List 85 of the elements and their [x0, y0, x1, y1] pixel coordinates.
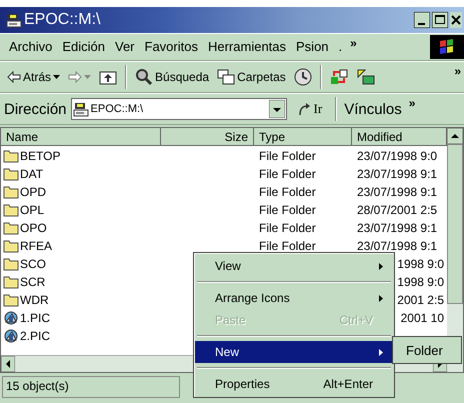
column-header[interactable]: Name	[1, 128, 161, 146]
file-type: File Folder	[259, 167, 316, 182]
modified-date: 2001 10	[400, 311, 444, 326]
menu-item[interactable]: Favoritos	[140, 39, 203, 54]
file-name[interactable]: SCR	[20, 275, 46, 290]
address-field[interactable]: EPOC::M:\	[70, 98, 287, 120]
file-type: File Folder	[259, 185, 316, 200]
menu-item[interactable]: .	[334, 39, 348, 54]
file-type: File Folder	[259, 221, 316, 236]
file-name[interactable]: OPL	[20, 203, 44, 218]
address-label: Dirección	[4, 100, 67, 118]
file-name[interactable]: 2.PIC	[20, 329, 50, 344]
maximize-button[interactable]	[432, 12, 448, 28]
file-name[interactable]: 1.PIC	[20, 311, 50, 326]
folder-icon	[3, 184, 19, 200]
submenu-arrow-icon	[379, 262, 383, 270]
scroll-left-button[interactable]	[1, 356, 15, 372]
file-name[interactable]: RFEA	[20, 239, 52, 254]
search-icon	[135, 68, 154, 86]
file-type: File Folder	[259, 203, 316, 218]
status-text: 15 object(s)	[2, 376, 180, 398]
more-chevron[interactable]: »	[451, 64, 464, 78]
file-name[interactable]: OPD	[20, 185, 46, 200]
menu-item[interactable]: New	[195, 341, 393, 363]
toolbar-button[interactable]: Búsqueda	[132, 66, 212, 88]
folder-icon	[3, 238, 19, 254]
folder-icon	[3, 220, 19, 236]
file-name[interactable]: WDR	[20, 293, 49, 308]
menu-item[interactable]: Herramientas	[202, 39, 292, 54]
computer-icon	[6, 12, 22, 28]
close-button[interactable]	[450, 12, 462, 28]
folders-icon	[217, 68, 236, 85]
menu-item[interactable]: Folder	[394, 339, 460, 361]
folder-icon	[3, 148, 19, 164]
file-name[interactable]: BETOP	[20, 149, 60, 164]
modified-date: 1998 9:0	[397, 257, 444, 272]
modified-date: 23/07/1998 9:1	[357, 239, 438, 254]
folder-icon	[3, 292, 19, 308]
folder-icon	[3, 274, 19, 290]
menu-item[interactable]: Edición	[57, 39, 110, 54]
toolbar-button[interactable]: Atrás	[4, 68, 64, 86]
go-arrow-icon	[296, 102, 311, 116]
modified-date: 23/07/1998 9:1	[357, 167, 438, 182]
forward-arrow-icon[interactable]	[68, 70, 82, 83]
file-name[interactable]: DAT	[20, 167, 44, 182]
menu-item[interactable]: Arrange Icons	[195, 287, 393, 309]
folder-icon	[3, 256, 19, 272]
file-type: File Folder	[259, 239, 316, 254]
picture-file-icon	[3, 310, 19, 326]
menu-item[interactable]: Psion	[291, 39, 334, 54]
menu-item[interactable]: Properties Alt+Enter	[195, 373, 393, 395]
folder-icon	[3, 202, 19, 218]
flag-logo-icon	[430, 34, 464, 59]
modified-date: 23/07/1998 9:1	[357, 221, 438, 236]
more-chevron[interactable]: »	[347, 36, 360, 50]
menu-item[interactable]: View	[195, 255, 393, 277]
minimize-button[interactable]	[414, 12, 430, 28]
clock-icon[interactable]	[294, 68, 312, 86]
dropdown-button[interactable]	[268, 100, 285, 118]
up-folder-icon[interactable]	[99, 68, 118, 85]
modified-date: 23/07/1998 9:1	[357, 185, 438, 200]
go-button[interactable]: Ir	[290, 101, 328, 118]
modified-date: 28/07/2001 2:5	[357, 203, 438, 218]
submenu-arrow-icon	[379, 348, 383, 356]
back-arrow-icon	[7, 70, 21, 83]
file-name[interactable]: SCO	[20, 257, 46, 272]
more-chevron[interactable]: »	[406, 96, 418, 110]
file-name[interactable]: OPO	[20, 221, 47, 236]
computer-icon	[72, 101, 89, 118]
picture-file-icon	[3, 328, 19, 344]
menu-item[interactable]: Archivo	[4, 39, 58, 54]
column-header[interactable]: Size	[161, 128, 254, 146]
submenu-arrow-icon	[379, 294, 383, 302]
links-label[interactable]: Vínculos	[344, 100, 402, 118]
file-type: File Folder	[259, 149, 316, 164]
modified-date: 23/07/1998 9:0	[357, 149, 438, 164]
modified-date: 2001 2:5	[397, 293, 444, 308]
menu-item[interactable]: Ver	[110, 39, 140, 54]
folder-icon	[3, 166, 19, 182]
dropdown-arrow-icon[interactable]	[53, 74, 60, 79]
modified-date: 1998 9:0	[397, 275, 444, 290]
scroll-up-button[interactable]	[447, 128, 463, 144]
window-title: EPOC::M:\	[24, 10, 100, 29]
column-header[interactable]: Type	[254, 128, 352, 146]
toolbar-button[interactable]: Carpetas	[214, 66, 289, 87]
